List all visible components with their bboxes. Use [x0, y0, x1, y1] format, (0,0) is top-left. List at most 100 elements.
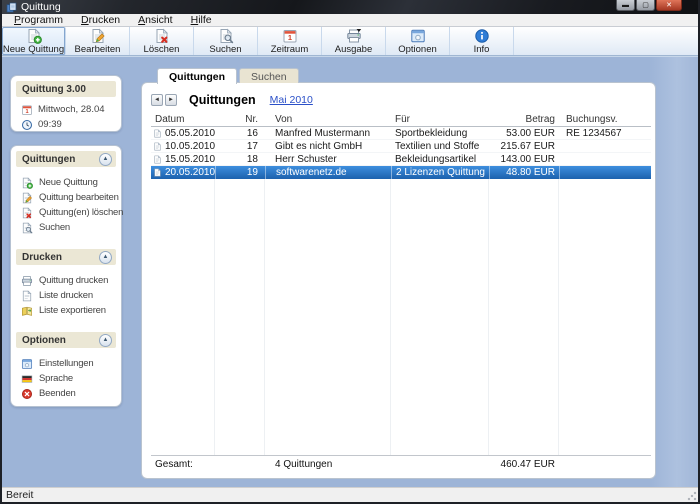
close-button[interactable]: ✕	[656, 0, 682, 11]
cell-buchungsv	[559, 166, 651, 179]
cell-fuer: 2 Lizenzen Quittung	[391, 166, 489, 179]
calendar-icon: 1	[21, 104, 33, 116]
column-header-betrag[interactable]: Betrag	[489, 113, 559, 126]
app-version-label: Quittung 3.00	[22, 84, 86, 95]
maximize-button[interactable]: ▢	[636, 0, 655, 11]
current-date: Mittwoch, 28.04	[38, 104, 105, 115]
sidebar-item-liste-drucken[interactable]: Liste drucken	[11, 288, 121, 303]
cell-betrag: 53.00 EUR	[489, 127, 559, 139]
menu-programm[interactable]: Programm	[5, 14, 72, 27]
table-row[interactable]: 05.05.201016Manfred MustermannSportbekle…	[151, 127, 651, 140]
sidebar-item-quittung-bearbeiten[interactable]: Quittung bearbeiten	[11, 190, 121, 205]
minimize-button[interactable]: ▬	[616, 0, 635, 11]
menu-drucken[interactable]: Drucken	[72, 14, 129, 27]
menu-hilfe[interactable]: Hilfe	[182, 14, 221, 27]
tab-bar: QuittungenSuchen	[157, 68, 299, 83]
toolbar-löschen-button[interactable]: Löschen	[130, 27, 194, 55]
toolbar-neue-quittung-button[interactable]: Neue Quittung	[2, 27, 66, 55]
window-title: Quittung	[21, 1, 61, 13]
cell-fuer: Bekleidungsartikel	[391, 153, 489, 165]
new-receipt-icon	[21, 177, 33, 189]
search-receipt-icon	[218, 28, 234, 44]
cell-betrag: 143.00 EUR	[489, 153, 559, 165]
column-header-buchungsv[interactable]: Buchungsv.	[559, 113, 651, 126]
cell-von: Manfred Mustermann	[265, 127, 391, 139]
app-icon	[6, 2, 17, 13]
german-flag-icon	[21, 373, 33, 385]
toolbar-optionen-button[interactable]: Optionen	[386, 27, 450, 55]
sidebar-item-neue-quittung[interactable]: Neue Quittung	[11, 175, 121, 190]
table-filler	[151, 179, 651, 455]
column-header-für[interactable]: Für	[391, 113, 489, 126]
new-receipt-icon	[26, 28, 42, 44]
cell-von: softwarenetz.de	[265, 166, 391, 179]
resize-grip[interactable]	[686, 490, 697, 501]
main-panel: ◄ ► Quittungen Mai 2010 DatumNr.VonFürBe…	[141, 82, 656, 479]
cell-betrag: 215.67 EUR	[489, 140, 559, 152]
sidebar-item-quittung-en-löschen[interactable]: Quittung(en) löschen	[11, 205, 121, 220]
footer-receipt-count: 4 Quittungen	[265, 459, 391, 470]
sidebar-nav: Quittungen▲ Neue QuittungQuittung bearbei…	[10, 145, 122, 407]
panel-heading: Quittungen	[189, 93, 256, 107]
period-link[interactable]: Mai 2010	[270, 94, 313, 106]
cell-von: Herr Schuster	[265, 153, 391, 165]
cell-buchungsv	[559, 140, 651, 152]
edit-receipt-icon	[21, 192, 33, 204]
cell-datum: 15.05.2010	[151, 153, 215, 165]
tab-suchen[interactable]: Suchen	[239, 68, 299, 83]
column-header-von[interactable]: Von	[265, 113, 391, 126]
toolbar-ausgabe-button[interactable]: Ausgabe	[322, 27, 386, 55]
svg-text:1: 1	[287, 33, 291, 42]
quit-icon	[21, 388, 33, 400]
toolbar-info-button[interactable]: Info	[450, 27, 514, 55]
status-text: Bereit	[6, 489, 33, 501]
period-navigation: ◄ ► Quittungen Mai 2010	[151, 93, 313, 107]
cell-nr: 19	[215, 166, 265, 179]
sidebar-info-box: Quittung 3.00 1 Mittwoch, 28.04 09:39	[10, 75, 122, 132]
page-icon	[21, 290, 33, 302]
cell-von: Gibt es nicht GmbH	[265, 140, 391, 152]
print-output-icon	[346, 28, 362, 44]
info-box-header: Quittung 3.00	[16, 81, 116, 97]
section-header-drucken: Drucken▲	[16, 249, 116, 265]
settings-window-icon	[21, 358, 33, 370]
menu-ansicht[interactable]: Ansicht	[129, 14, 181, 27]
cell-nr: 18	[215, 153, 265, 165]
table-row[interactable]: 10.05.201017Gibt es nicht GmbHTextilien …	[151, 140, 651, 153]
tab-quittungen[interactable]: Quittungen	[157, 68, 237, 84]
sidebar-item-liste-exportieren[interactable]: Liste exportieren	[11, 303, 121, 318]
window-controls: ▬ ▢ ✕	[616, 0, 682, 11]
cell-datum: 20.05.2010	[151, 166, 215, 179]
cell-nr: 16	[215, 127, 265, 139]
svg-text:1: 1	[25, 109, 28, 115]
sidebar-item-sprache[interactable]: Sprache	[11, 371, 121, 386]
current-date-row: 1 Mittwoch, 28.04	[11, 102, 121, 117]
collapse-icon[interactable]: ▲	[99, 334, 112, 347]
title-bar[interactable]: Quittung ▬ ▢ ✕	[2, 0, 698, 14]
collapse-icon[interactable]: ▲	[99, 153, 112, 166]
sidebar-item-suchen[interactable]: Suchen	[11, 220, 121, 235]
toolbar-suchen-button[interactable]: Suchen	[194, 27, 258, 55]
doc-icon	[153, 129, 162, 138]
search-receipt-icon	[21, 222, 33, 234]
collapse-icon[interactable]: ▲	[99, 251, 112, 264]
table-row[interactable]: 20.05.201019softwarenetz.de2 Lizenzen Qu…	[151, 166, 651, 179]
column-header-datum[interactable]: Datum	[151, 113, 215, 126]
sidebar-item-quittung-drucken[interactable]: Quittung drucken	[11, 273, 121, 288]
edit-receipt-icon	[90, 28, 106, 44]
prev-month-button[interactable]: ◄	[151, 94, 163, 106]
toolbar-zeitraum-button[interactable]: 1Zeitraum	[258, 27, 322, 55]
section-header-quittungen: Quittungen▲	[16, 151, 116, 167]
current-time-row: 09:39	[11, 117, 121, 132]
doc-icon	[153, 168, 162, 177]
column-header-nr[interactable]: Nr.	[215, 113, 265, 126]
cell-buchungsv: RE 1234567	[559, 127, 651, 139]
footer-total-label: Gesamt:	[151, 459, 215, 470]
table-row[interactable]: 15.05.201018Herr SchusterBekleidungsarti…	[151, 153, 651, 166]
toolbar-bearbeiten-button[interactable]: Bearbeiten	[66, 27, 130, 55]
sidebar-item-einstellungen[interactable]: Einstellungen	[11, 356, 121, 371]
cell-betrag: 48.80 EUR	[489, 166, 559, 179]
next-month-button[interactable]: ►	[165, 94, 177, 106]
sidebar-item-beenden[interactable]: Beenden	[11, 386, 121, 401]
cell-datum: 05.05.2010	[151, 127, 215, 139]
